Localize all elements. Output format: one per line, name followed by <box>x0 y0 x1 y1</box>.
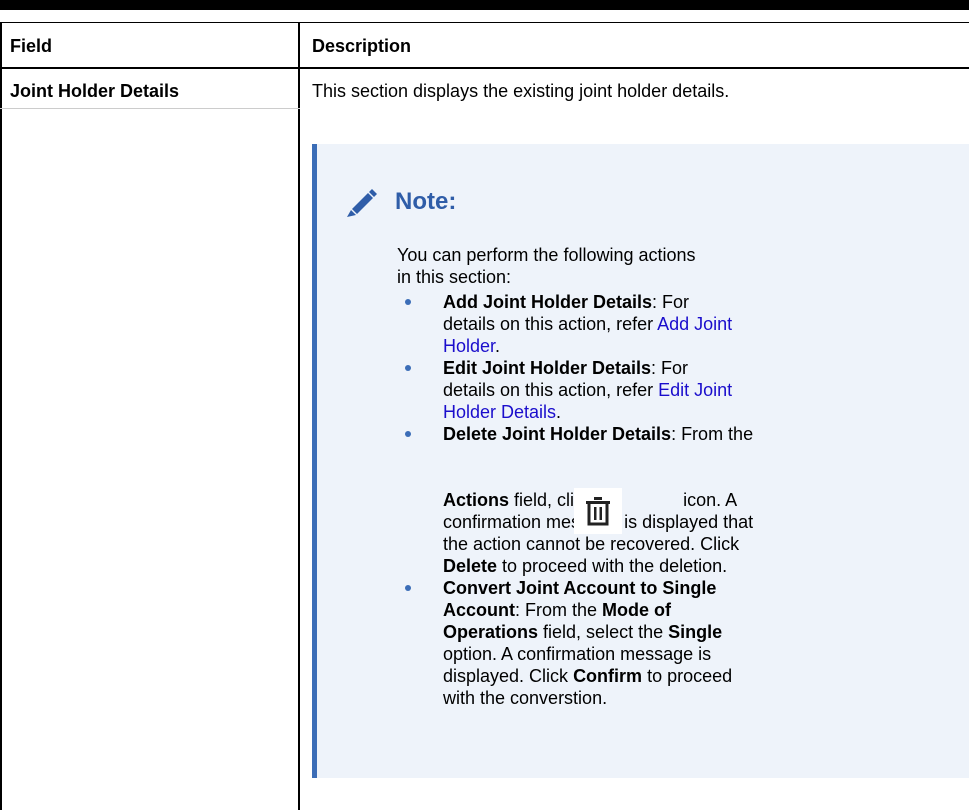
table-column-divider <box>298 22 300 810</box>
bullet-icon <box>405 365 411 371</box>
item-text: to proceed with the deletion. <box>497 556 728 576</box>
item-text: : From the <box>515 600 603 620</box>
bullet-icon <box>405 585 411 591</box>
bullet-icon <box>405 431 411 437</box>
table-border-left <box>0 22 2 810</box>
list-item: Edit Joint Holder Details: For details o… <box>397 357 743 423</box>
item-title: Edit Joint Holder Details <box>443 358 652 378</box>
pencil-icon <box>347 189 377 217</box>
field-description: This section displays the existing joint… <box>312 81 730 101</box>
single-label: Single <box>668 622 723 642</box>
item-end: . <box>556 402 562 422</box>
note-list: Add Joint Holder Details: For details on… <box>397 291 957 709</box>
trash-icon <box>586 497 610 526</box>
field-name: Joint Holder Details <box>10 81 180 101</box>
item-title: Delete Joint Holder Details <box>443 424 672 444</box>
item-text: field, select the <box>538 622 669 642</box>
trash-icon-image <box>574 488 622 534</box>
list-item: Add Joint Holder Details: For details on… <box>397 291 743 357</box>
note-title: Note: <box>395 188 457 215</box>
item-title: Add Joint Holder Details <box>443 292 653 312</box>
item-end: . <box>495 336 501 356</box>
table-row-rule <box>0 108 300 109</box>
confirm-label: Confirm <box>573 666 643 686</box>
actions-label: Actions <box>443 490 510 510</box>
note-intro: You can perform the following actions in… <box>397 244 697 288</box>
delete-label: Delete <box>443 556 498 576</box>
table-header-bottom-rule <box>0 67 969 69</box>
column-header-description: Description <box>312 36 412 56</box>
bullet-icon <box>405 299 411 305</box>
list-item: Convert Joint Account to Single Account:… <box>397 577 753 709</box>
item-text: : From the <box>671 424 754 444</box>
note-intro-text: You can perform the following actions in… <box>397 245 696 287</box>
top-rule <box>0 0 969 10</box>
column-header-field: Field <box>10 36 53 56</box>
table-header-top-rule <box>0 22 969 23</box>
note-body: You can perform the following actions in… <box>397 244 957 709</box>
